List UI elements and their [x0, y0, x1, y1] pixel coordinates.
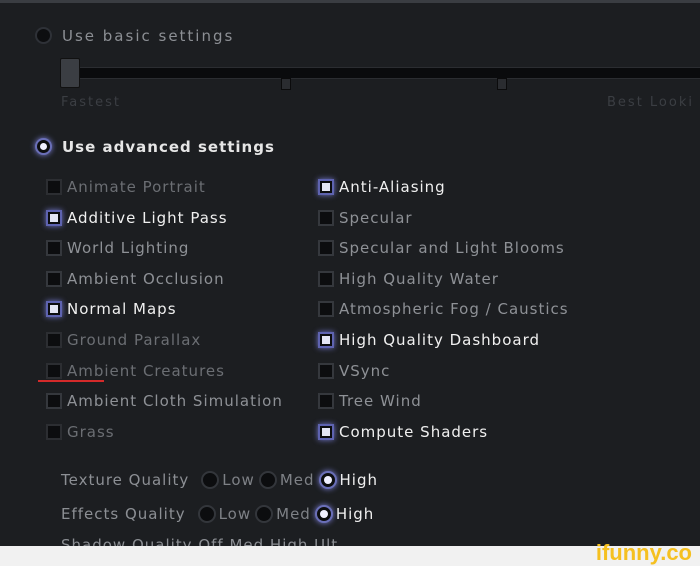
normal-maps-label: Normal Maps — [67, 300, 177, 319]
ambient-cloth-simulation-checkbox[interactable] — [46, 393, 62, 410]
world-lighting-label: World Lighting — [67, 239, 190, 258]
anti-aliasing-label: Anti-Aliasing — [339, 178, 446, 196]
animate-portrait-label: Animate Portrait — [67, 178, 206, 196]
option-ground-parallax[interactable]: Ground Parallax — [46, 329, 201, 351]
effects-quality-low-label: Low — [218, 505, 252, 523]
additive-light-pass-checkbox[interactable] — [46, 209, 62, 226]
additive-light-pass-label: Additive Light Pass — [67, 208, 228, 227]
basic-settings-label: Use basic settings — [62, 27, 235, 45]
option-high-quality-water[interactable]: High Quality Water — [318, 268, 499, 290]
advanced-settings-label: Use advanced settings — [62, 138, 275, 156]
specular-and-light-blooms-label: Specular and Light Blooms — [339, 239, 565, 258]
option-tree-wind[interactable]: Tree Wind — [318, 390, 422, 412]
effects-quality-med-label: Med — [276, 505, 311, 523]
texture-quality-low-radio[interactable] — [201, 471, 220, 489]
high-quality-dashboard-checkbox[interactable] — [318, 332, 334, 348]
option-ambient-cloth-simulation[interactable]: Ambient Cloth Simulation — [46, 390, 283, 412]
shadow-quality-row-partial: Shadow Quality Off Med High Ult — [61, 536, 339, 546]
animate-portrait-checkbox[interactable] — [46, 179, 62, 195]
top-divider — [0, 0, 700, 3]
vsync-checkbox[interactable] — [318, 362, 334, 379]
effects-quality-option-low[interactable]: Low — [197, 505, 252, 523]
grass-checkbox[interactable] — [46, 423, 62, 440]
option-anti-aliasing[interactable]: Anti-Aliasing — [318, 176, 446, 198]
slider-min-label: Fastest — [61, 95, 121, 110]
specular-and-light-blooms-checkbox[interactable] — [318, 240, 334, 257]
effects-quality-row: Effects Quality Low Med High — [61, 505, 378, 523]
high-quality-water-checkbox[interactable] — [318, 270, 334, 287]
option-ambient-creatures[interactable]: Ambient Creatures — [46, 360, 225, 382]
ambient-occlusion-checkbox[interactable] — [46, 270, 62, 287]
atmospheric-fog-caustics-label: Atmospheric Fog / Caustics — [339, 300, 569, 319]
slider-max-label: Best Looki — [607, 95, 694, 110]
high-quality-dashboard-label: High Quality Dashboard — [339, 331, 540, 349]
texture-quality-option-low[interactable]: Low — [201, 471, 255, 489]
ground-parallax-checkbox[interactable] — [46, 332, 62, 348]
slider-tick — [497, 78, 507, 90]
texture-quality-high-radio[interactable] — [318, 471, 337, 489]
world-lighting-checkbox[interactable] — [46, 240, 62, 257]
option-grass[interactable]: Grass — [46, 421, 115, 443]
atmospheric-fog-caustics-checkbox[interactable] — [318, 301, 334, 318]
option-vsync[interactable]: VSync — [318, 360, 390, 382]
effects-quality-option-high[interactable]: High — [314, 505, 375, 523]
texture-quality-option-med[interactable]: Med — [258, 471, 315, 489]
tree-wind-label: Tree Wind — [339, 392, 422, 411]
texture-quality-row: Texture Quality Low Med High — [61, 471, 382, 489]
texture-quality-low-label: Low — [222, 471, 255, 489]
ground-parallax-label: Ground Parallax — [67, 331, 202, 349]
tree-wind-checkbox[interactable] — [318, 393, 334, 410]
option-specular-and-light-blooms[interactable]: Specular and Light Blooms — [318, 237, 565, 259]
normal-maps-checkbox[interactable] — [46, 301, 62, 318]
quality-slider-thumb[interactable] — [60, 58, 80, 88]
advanced-settings-radio[interactable] — [35, 138, 52, 155]
high-quality-water-label: High Quality Water — [339, 269, 499, 288]
ifunny-watermark: ifunny.co — [595, 540, 692, 565]
option-normal-maps[interactable]: Normal Maps — [46, 298, 177, 320]
ambient-creatures-label: Ambient Creatures — [67, 361, 225, 380]
specular-label: Specular — [339, 208, 413, 227]
effects-quality-high-radio[interactable] — [314, 505, 333, 523]
texture-quality-option-high[interactable]: High — [318, 471, 379, 489]
grass-label: Grass — [67, 422, 115, 441]
slider-tick — [281, 78, 291, 90]
texture-quality-med-radio[interactable] — [258, 471, 277, 489]
annotation-underline — [38, 380, 104, 382]
quality-slider-track[interactable] — [70, 67, 700, 79]
effects-quality-low-radio[interactable] — [197, 505, 216, 523]
effects-quality-label: Effects Quality — [61, 505, 186, 523]
effects-quality-med-radio[interactable] — [255, 505, 274, 523]
texture-quality-med-label: Med — [279, 471, 315, 489]
option-high-quality-dashboard[interactable]: High Quality Dashboard — [318, 329, 540, 351]
option-animate-portrait[interactable]: Animate Portrait — [46, 176, 206, 198]
option-ambient-occlusion[interactable]: Ambient Occlusion — [46, 268, 225, 290]
texture-quality-label: Texture Quality — [61, 471, 190, 489]
ambient-occlusion-label: Ambient Occlusion — [67, 269, 225, 288]
ambient-creatures-checkbox[interactable] — [46, 362, 62, 379]
option-world-lighting[interactable]: World Lighting — [46, 237, 189, 259]
ambient-cloth-simulation-label: Ambient Cloth Simulation — [67, 392, 283, 411]
compute-shaders-label: Compute Shaders — [339, 422, 489, 441]
effects-quality-option-med[interactable]: Med — [255, 505, 311, 523]
compute-shaders-checkbox[interactable] — [318, 423, 334, 440]
option-specular[interactable]: Specular — [318, 207, 413, 229]
option-compute-shaders[interactable]: Compute Shaders — [318, 421, 488, 443]
texture-quality-high-label: High — [339, 471, 379, 489]
effects-quality-high-label: High — [335, 505, 375, 523]
vsync-label: VSync — [339, 361, 391, 380]
option-additive-light-pass[interactable]: Additive Light Pass — [46, 207, 228, 229]
basic-settings-radio[interactable] — [35, 27, 52, 44]
option-atmospheric-fog-caustics[interactable]: Atmospheric Fog / Caustics — [318, 298, 569, 320]
specular-checkbox[interactable] — [318, 209, 334, 226]
anti-aliasing-checkbox[interactable] — [318, 179, 334, 195]
